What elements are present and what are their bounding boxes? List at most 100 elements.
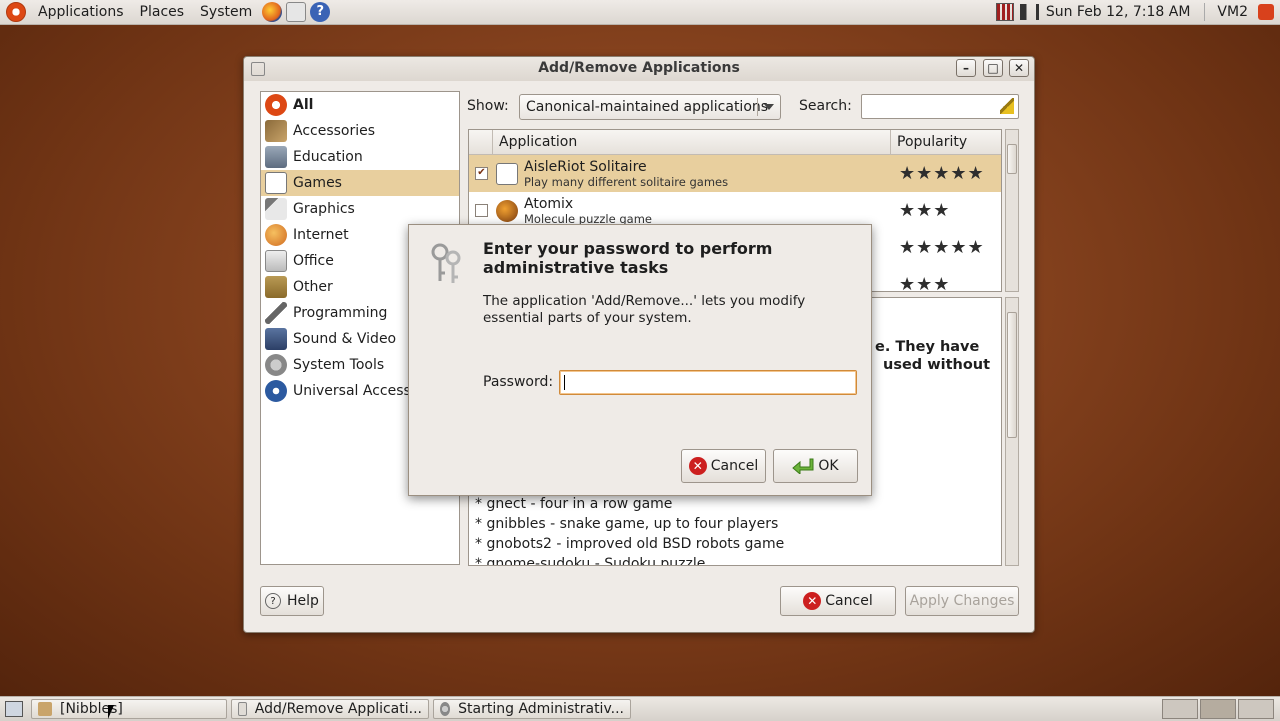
install-checkbox[interactable] bbox=[475, 204, 488, 217]
minimize-button[interactable]: – bbox=[956, 59, 976, 77]
trash-icon[interactable] bbox=[1238, 699, 1274, 719]
category-label: Education bbox=[293, 149, 363, 165]
network-icon[interactable] bbox=[995, 3, 1014, 21]
nibbles-icon bbox=[38, 702, 52, 716]
accessories-icon bbox=[265, 120, 287, 142]
ubuntu-all-icon bbox=[265, 94, 287, 116]
close-button[interactable]: ✕ bbox=[1009, 59, 1029, 77]
category-games[interactable]: Games bbox=[261, 170, 459, 196]
description-scrollbar[interactable] bbox=[1005, 297, 1019, 566]
power-icon[interactable] bbox=[1258, 4, 1274, 20]
apply-changes-label: Apply Changes bbox=[909, 593, 1015, 609]
menu-system[interactable]: System bbox=[192, 0, 260, 24]
chevron-down-icon bbox=[764, 104, 774, 110]
category-all[interactable]: All bbox=[261, 92, 459, 118]
taskbar-item-label: Add/Remove Applicati... bbox=[254, 701, 422, 717]
menu-applications[interactable]: Applications bbox=[30, 0, 132, 24]
help-icon[interactable]: ? bbox=[310, 2, 331, 22]
keys-icon bbox=[431, 243, 461, 283]
dropdown-separator bbox=[757, 98, 758, 116]
cancel-icon: ✕ bbox=[803, 592, 822, 610]
dialog-ok-button[interactable]: OK bbox=[773, 449, 858, 483]
dialog-cancel-button[interactable]: ✕ Cancel bbox=[681, 449, 766, 483]
user-name[interactable]: VM2 bbox=[1209, 0, 1256, 24]
help-button[interactable]: ? Help bbox=[260, 586, 324, 616]
window-title: Add/Remove Applications bbox=[538, 60, 740, 76]
description-line: * gnome-sudoku - Sudoku puzzle bbox=[475, 556, 706, 566]
ubuntu-logo-icon[interactable] bbox=[6, 2, 26, 22]
taskbar-item-starting-admin[interactable]: Starting Administrativ... bbox=[433, 699, 631, 719]
volume-icon[interactable] bbox=[1019, 4, 1039, 20]
dialog-cancel-label: Cancel bbox=[710, 458, 759, 474]
table-header: Application Popularity bbox=[469, 130, 1001, 155]
taskbar-item-nibbles[interactable]: [Nibbles] bbox=[31, 699, 227, 719]
column-header-popularity[interactable]: Popularity bbox=[891, 130, 1001, 154]
popularity-stars: ★★★★★ bbox=[899, 163, 985, 184]
category-education[interactable]: Education bbox=[261, 144, 459, 170]
education-icon bbox=[265, 146, 287, 168]
password-input[interactable] bbox=[559, 370, 857, 395]
search-input[interactable] bbox=[861, 94, 1019, 119]
menu-places[interactable]: Places bbox=[132, 0, 193, 24]
app-description: Play many different solitaire games bbox=[524, 174, 729, 189]
popularity-stars: ★★★★★ bbox=[899, 237, 985, 258]
workspace-2[interactable] bbox=[1200, 699, 1236, 719]
category-label: Games bbox=[293, 175, 342, 191]
category-label: System Tools bbox=[293, 357, 385, 373]
bottom-panel: [Nibbles] Add/Remove Applicati... Starti… bbox=[0, 696, 1280, 721]
mail-icon[interactable] bbox=[286, 2, 307, 22]
column-header-application[interactable]: Application bbox=[493, 130, 891, 154]
description-line: * gnibbles - snake game, up to four play… bbox=[475, 516, 779, 532]
system-tray: Sun Feb 12, 7:18 AM VM2 bbox=[993, 0, 1280, 24]
top-panel: Applications Places System ? Sun Feb 12,… bbox=[0, 0, 1280, 25]
description-bold-text: e. They have bbox=[875, 339, 980, 355]
scrollbar-thumb[interactable] bbox=[1007, 144, 1017, 174]
firefox-icon[interactable] bbox=[262, 2, 283, 22]
show-desktop-icon[interactable] bbox=[5, 701, 23, 717]
column-header-checkbox[interactable] bbox=[469, 130, 493, 154]
table-scrollbar[interactable] bbox=[1005, 129, 1019, 292]
workspace-1[interactable] bbox=[1162, 699, 1198, 719]
description-bold-text: used without bbox=[883, 357, 991, 373]
text-caret bbox=[564, 375, 565, 390]
app-name: Atomix bbox=[524, 195, 574, 212]
lifebuoy-icon: ? bbox=[265, 593, 282, 609]
system-tools-icon bbox=[265, 354, 287, 376]
clock[interactable]: Sun Feb 12, 7:18 AM bbox=[1042, 4, 1201, 20]
window-menu-icon[interactable] bbox=[251, 62, 265, 76]
graphics-icon bbox=[265, 198, 287, 220]
cancel-icon: ✕ bbox=[688, 457, 707, 475]
show-filter-dropdown[interactable]: Canonical-maintained applications bbox=[519, 94, 781, 120]
cancel-button-label: Cancel bbox=[825, 593, 873, 609]
category-label: Programming bbox=[293, 305, 388, 321]
clear-search-icon[interactable] bbox=[1000, 98, 1014, 114]
popularity-stars: ★★★ bbox=[899, 200, 951, 221]
maximize-button[interactable]: □ bbox=[983, 59, 1003, 77]
app-name: AisleRiot Solitaire bbox=[524, 158, 647, 175]
category-graphics[interactable]: Graphics bbox=[261, 196, 459, 222]
category-label: All bbox=[293, 97, 314, 113]
password-label: Password: bbox=[483, 374, 554, 390]
aisleriot-icon bbox=[496, 162, 518, 185]
show-label: Show: bbox=[467, 98, 509, 114]
panel-separator bbox=[1204, 3, 1206, 21]
table-row[interactable]: ✔ AisleRiot Solitaire Play many differen… bbox=[469, 155, 1001, 192]
scrollbar-thumb[interactable] bbox=[1007, 312, 1017, 438]
cancel-button[interactable]: ✕ Cancel bbox=[780, 586, 896, 616]
add-remove-icon bbox=[238, 702, 247, 716]
apply-changes-button[interactable]: Apply Changes bbox=[905, 586, 1019, 616]
password-dialog: Enter your password to perform administr… bbox=[408, 224, 872, 496]
programming-icon bbox=[265, 302, 287, 324]
help-button-label: Help bbox=[287, 593, 319, 609]
office-icon bbox=[265, 250, 287, 272]
category-accessories[interactable]: Accessories bbox=[261, 118, 459, 144]
taskbar-item-add-remove[interactable]: Add/Remove Applicati... bbox=[231, 699, 429, 719]
sound-video-icon bbox=[265, 328, 287, 350]
install-checkbox[interactable]: ✔ bbox=[475, 167, 488, 180]
universal-access-icon bbox=[265, 380, 287, 402]
other-icon bbox=[265, 276, 287, 298]
window-titlebar[interactable]: Add/Remove Applications – □ ✕ bbox=[244, 57, 1034, 81]
show-filter-value: Canonical-maintained applications bbox=[526, 99, 769, 115]
internet-icon bbox=[265, 224, 287, 246]
atomix-icon bbox=[496, 199, 518, 222]
